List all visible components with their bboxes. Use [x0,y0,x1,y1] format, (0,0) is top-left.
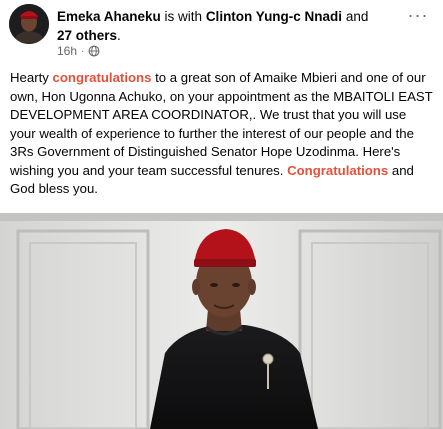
post-photo-image [0,213,443,429]
post-highlight-1: congratulations [52,70,152,85]
post-text: Hearty congratulations to a great son of… [10,69,435,199]
post-text-part2: to a great son of Amaike Mbieri and one … [10,70,433,178]
facebook-post: Emeka Ahaneku is with Clinton Yung-c Nna… [0,0,443,429]
post-header: Emeka Ahaneku is with Clinton Yung-c Nna… [57,7,437,45]
and-label: and [342,9,369,24]
post-photo[interactable] [0,213,443,429]
header-period: . [117,28,121,43]
tagged-person[interactable]: Clinton Yung-c Nnadi [206,9,342,24]
post-timestamp[interactable]: 16h [57,44,77,58]
author-avatar[interactable] [9,4,49,44]
post-highlight-2: Congratulations [287,162,389,178]
meta-separator: · [81,45,85,57]
post-text-part1: Hearty [10,70,53,85]
post-meta: 16h · [57,44,100,58]
globe-icon [88,45,100,57]
avatar-photo [9,4,49,44]
author-name[interactable]: Emeka Ahaneku [57,9,161,24]
with-label: is with [160,9,206,24]
post-options-button[interactable]: ··· [407,6,429,30]
others-link[interactable]: 27 others [57,28,117,43]
